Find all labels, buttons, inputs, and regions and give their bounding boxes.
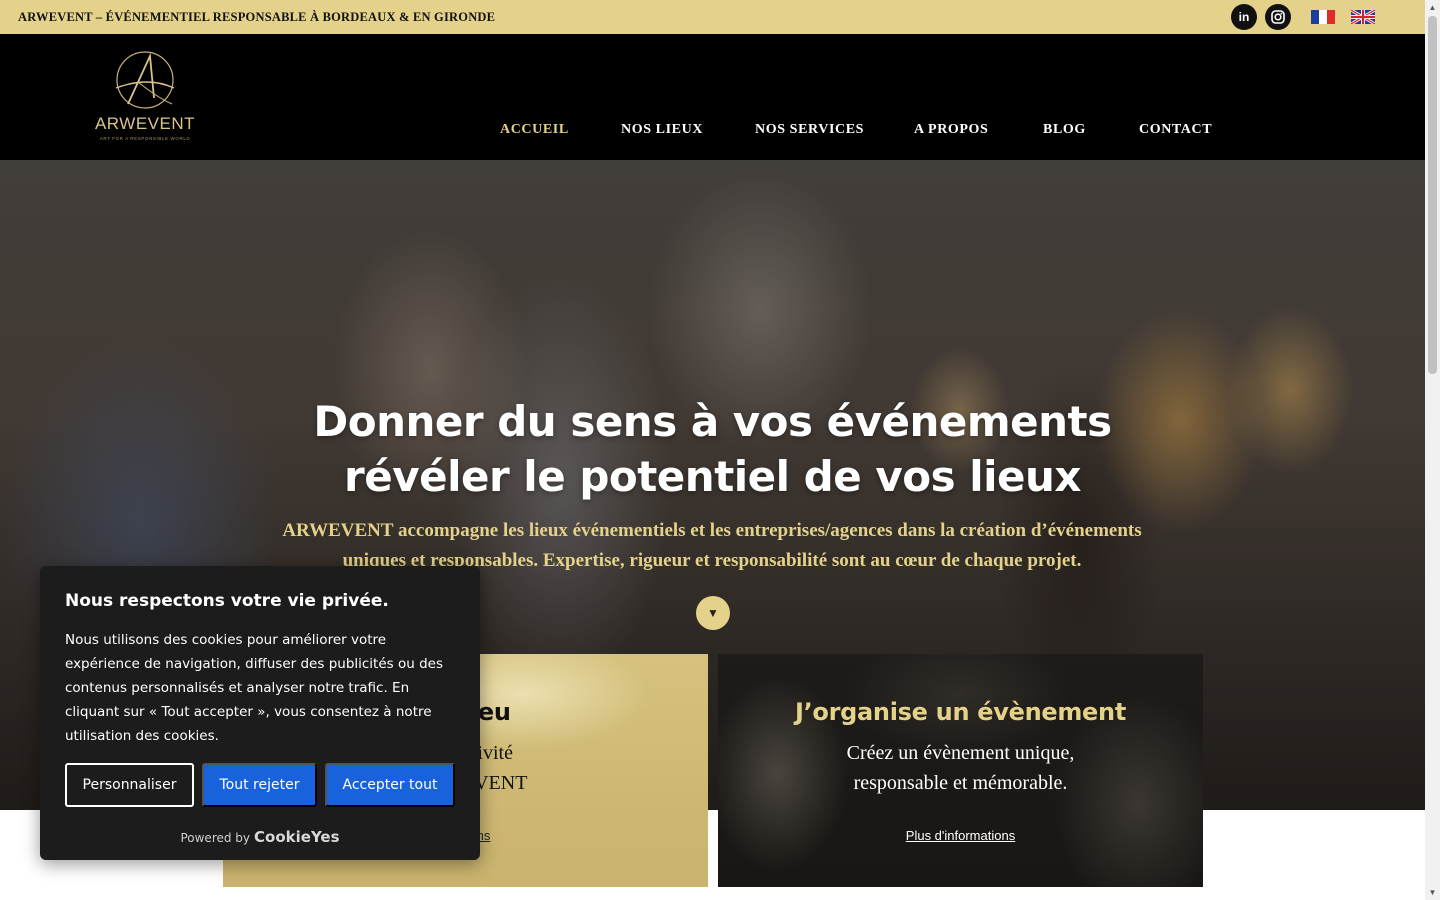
- nav-item-nos-lieux[interactable]: NOS LIEUX: [621, 122, 703, 138]
- hero-title-line-2: révéler le potentiel de vos lieux: [344, 452, 1081, 501]
- card-evenement: J’organise un évènement Créez un évèneme…: [718, 654, 1203, 887]
- card-evenement-title: J’organise un évènement: [794, 698, 1126, 726]
- scrollbar-thumb[interactable]: [1428, 16, 1437, 374]
- instagram-icon[interactable]: [1265, 4, 1291, 30]
- hero-title: Donner du sens à vos événements révéler …: [0, 394, 1425, 504]
- nav-item-accueil[interactable]: ACCUEIL: [500, 122, 569, 138]
- chevron-down-icon: ▼: [707, 605, 719, 620]
- customize-button[interactable]: Personnaliser: [65, 763, 194, 807]
- nav-item-nos-services[interactable]: NOS SERVICES: [755, 122, 864, 138]
- powered-by-label: Powered by: [180, 831, 251, 845]
- cookie-banner: Nous respectons votre vie privée. Nous u…: [40, 566, 480, 860]
- nav-item-contact[interactable]: CONTACT: [1139, 122, 1212, 138]
- site-logo[interactable]: ARWEVENT ART FOR A RESPONSIBLE WORLD: [88, 48, 202, 148]
- scroll-up-arrow-icon[interactable]: ▲: [1425, 0, 1440, 15]
- instagram-glyph: [1271, 10, 1285, 24]
- logo-emblem-icon: [115, 51, 175, 109]
- card-evenement-link[interactable]: Plus d'informations: [718, 828, 1203, 843]
- nav-item-blog[interactable]: BLOG: [1043, 122, 1086, 138]
- cookie-banner-text: Nous utilisons des cookies pour améliore…: [65, 632, 443, 744]
- top-bar: ARWEVENT – ÉVÉNEMENTIEL RESPONSABLE À BO…: [0, 0, 1425, 34]
- logo-tagline: ART FOR A RESPONSIBLE WORLD: [99, 136, 191, 141]
- cookieyes-logo[interactable]: CookieYes: [254, 828, 340, 846]
- french-flag-icon[interactable]: [1311, 10, 1335, 24]
- scroll-down-arrow-icon[interactable]: ▼: [1425, 885, 1440, 900]
- card-evenement-text-line-2: responsable et mémorable.: [853, 772, 1068, 794]
- linkedin-icon[interactable]: in: [1231, 4, 1257, 30]
- site-header: ARWEVENT ART FOR A RESPONSIBLE WORLD ACC…: [0, 34, 1425, 160]
- scroll-down-button[interactable]: ▼: [696, 596, 730, 630]
- page-scrollbar[interactable]: ▲ ▼: [1425, 0, 1440, 900]
- linkedin-icon-label: in: [1238, 10, 1250, 24]
- card-evenement-text: Créez un évènement unique, responsable e…: [718, 738, 1203, 798]
- accept-all-button[interactable]: Accepter tout: [325, 763, 455, 807]
- card-evenement-text-line-1: Créez un évènement unique,: [846, 742, 1075, 764]
- uk-flag-icon[interactable]: [1351, 10, 1375, 24]
- hero-title-line-1: Donner du sens à vos événements: [313, 397, 1112, 446]
- nav-item-a-propos[interactable]: A PROPOS: [914, 122, 988, 138]
- reject-all-button[interactable]: Tout rejeter: [202, 763, 317, 807]
- top-bar-tagline: ARWEVENT – ÉVÉNEMENTIEL RESPONSABLE À BO…: [18, 9, 496, 24]
- cookie-banner-title: Nous respectons votre vie privée.: [65, 591, 389, 611]
- logo-brand: ARWEVENT: [94, 114, 196, 133]
- powered-by: Powered by CookieYes: [40, 828, 480, 846]
